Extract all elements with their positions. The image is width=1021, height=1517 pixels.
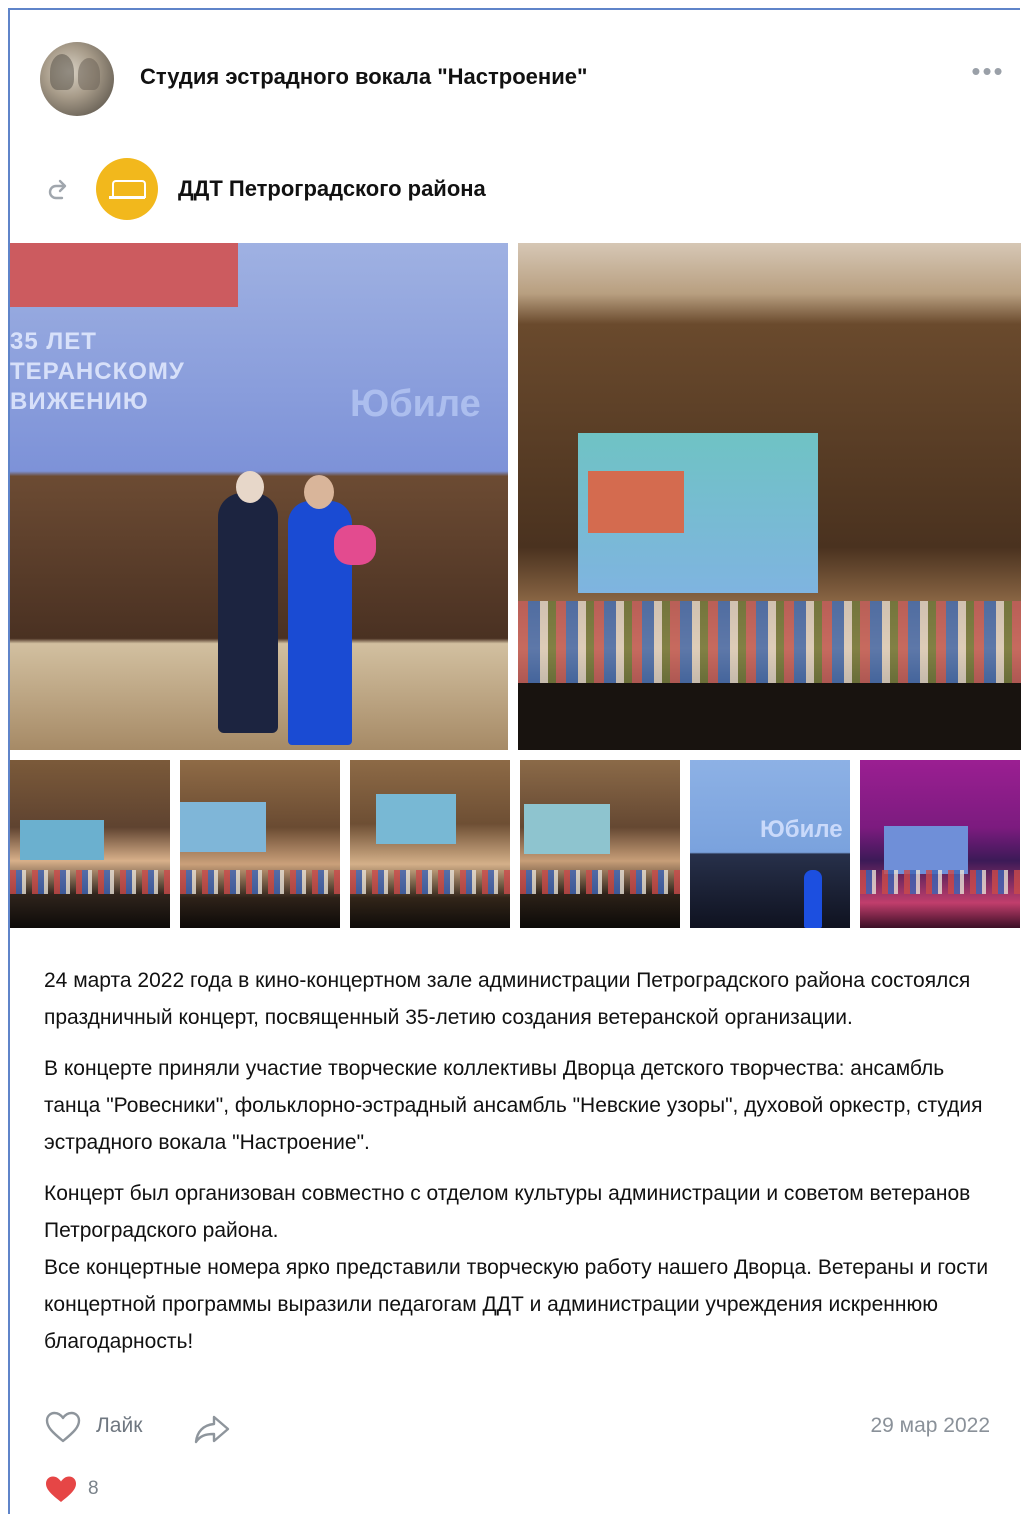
photo-banner	[10, 243, 238, 307]
reactions-count: 8	[88, 1478, 99, 1499]
source-name[interactable]: ДДТ Петроградского района	[178, 176, 486, 202]
photo-performers	[180, 870, 340, 894]
photo-person-head	[236, 471, 264, 503]
photo-thumb-2[interactable]	[180, 760, 340, 928]
photo-performers	[860, 870, 1020, 894]
photo-performers	[520, 870, 680, 894]
post-actions: Лайк 29 мар 2022	[44, 1410, 1004, 1460]
photo-singer	[804, 870, 822, 928]
photo-thumb-5[interactable]: Юбиле	[690, 760, 850, 928]
photo-audience	[518, 683, 1021, 750]
post-paragraph: Все концертные номера ярко представили т…	[44, 1256, 989, 1353]
photo-stage-screen	[884, 826, 968, 874]
photo-thumb-6[interactable]	[860, 760, 1020, 928]
photo-dancers	[518, 601, 1021, 691]
photo-stage-screen	[524, 804, 610, 854]
heart-outline-icon[interactable]	[44, 1410, 82, 1444]
post-paragraph: 24 марта 2022 года в кино-концертном зал…	[44, 969, 971, 1029]
group-avatar[interactable]	[40, 42, 114, 116]
share-icon[interactable]	[192, 1412, 232, 1446]
photo-stage-yubilei: Юбиле	[350, 383, 481, 425]
photo-stage-screen	[376, 794, 456, 844]
post-paragraph: В концерте приняли участие творческие ко…	[44, 1057, 983, 1154]
photo-thumb-3[interactable]	[350, 760, 510, 928]
photo-performers	[350, 870, 510, 894]
photo-stage-yubilei: Юбиле	[760, 816, 843, 843]
photo-main-2[interactable]	[518, 243, 1021, 750]
photo-performers	[10, 870, 170, 894]
post-card: Студия эстрадного вокала "Настроение" ••…	[8, 8, 1021, 1514]
post-date[interactable]: 29 мар 2022	[870, 1414, 990, 1438]
photo-stage-screen	[180, 802, 266, 852]
more-horizontal-icon[interactable]: •••	[968, 58, 1008, 86]
like-button[interactable]: Лайк	[96, 1414, 142, 1438]
repost-source: ДДТ Петроградского района	[46, 158, 946, 222]
photo-stage-screen-logo	[588, 471, 684, 533]
post-header: Студия эстрадного вокала "Настроение" ••…	[40, 42, 1003, 118]
photo-thumb-4[interactable]	[520, 760, 680, 928]
photo-person	[218, 493, 278, 733]
photo-main-1[interactable]: 35 ЛЕТ ТЕРАНСКОМУ ВИЖЕНИЮ Юбиле	[10, 243, 508, 750]
post-text: 24 марта 2022 года в кино-концертном зал…	[44, 962, 994, 1360]
photo-stage-text: 35 ЛЕТ ТЕРАНСКОМУ ВИЖЕНИЮ	[10, 328, 185, 415]
reactions-summary[interactable]: 8	[44, 1474, 244, 1510]
photo-flowers	[334, 525, 376, 565]
photo-person-head	[304, 475, 334, 509]
source-avatar[interactable]	[96, 158, 158, 220]
photo-thumb-1[interactable]	[10, 760, 170, 928]
heart-filled-icon	[46, 1476, 76, 1502]
photo-stage-screen	[20, 820, 104, 860]
group-name[interactable]: Студия эстрадного вокала "Настроение"	[140, 64, 587, 90]
repost-icon	[48, 179, 67, 200]
post-paragraph: Концерт был организован совместно с отде…	[44, 1182, 971, 1242]
